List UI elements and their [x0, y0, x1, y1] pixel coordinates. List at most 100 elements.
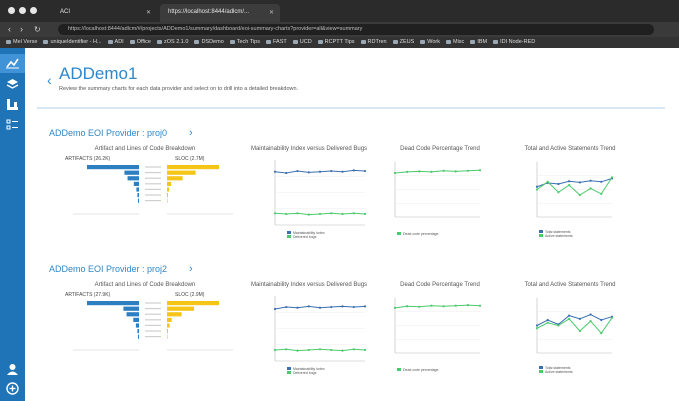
data-point[interactable] [610, 176, 614, 179]
sloc-bar[interactable] [167, 165, 219, 170]
bookmark-item[interactable]: FAST [266, 39, 287, 45]
bookmark-item[interactable]: IBM [470, 39, 487, 45]
bookmark-item[interactable]: Mel Verse [6, 39, 37, 45]
bookmark-item[interactable]: RDTren [361, 39, 387, 45]
sloc-bar[interactable] [167, 193, 169, 198]
bookmark-item[interactable]: Office [130, 39, 151, 45]
data-point[interactable] [352, 169, 355, 172]
artifact-bar[interactable] [133, 317, 139, 322]
artifact-bar[interactable] [135, 323, 139, 328]
user-icon[interactable] [6, 363, 19, 376]
bookmark-item[interactable]: uniqueIdentifier - H... [43, 39, 101, 45]
close-window-icon[interactable] [8, 7, 15, 14]
sloc-bar[interactable] [167, 323, 170, 328]
bookmark-item[interactable]: zOS 2.1.0 [157, 39, 188, 45]
bookmark-item[interactable]: UCD [293, 39, 312, 45]
data-point[interactable] [535, 327, 539, 330]
data-point[interactable] [307, 305, 310, 308]
data-point[interactable] [418, 170, 421, 173]
data-point[interactable] [363, 212, 367, 216]
sloc-bar[interactable] [167, 334, 168, 339]
data-point[interactable] [557, 191, 560, 194]
data-point[interactable] [535, 324, 539, 327]
data-point[interactable] [363, 305, 367, 308]
data-point[interactable] [273, 212, 277, 215]
close-tab-icon[interactable]: ✕ [269, 9, 274, 16]
data-point[interactable] [535, 188, 539, 191]
data-point[interactable] [307, 171, 310, 174]
sloc-bar[interactable] [167, 317, 172, 322]
data-point[interactable] [557, 182, 560, 186]
bookmark-item[interactable]: Work [420, 39, 440, 45]
artifact-bar[interactable] [87, 165, 139, 170]
data-point[interactable] [578, 329, 581, 333]
data-point[interactable] [285, 348, 288, 351]
data-point[interactable] [296, 169, 299, 173]
provider-link[interactable]: ADDemo EOI Provider : proj0 [49, 128, 167, 138]
layers-icon[interactable] [6, 78, 19, 91]
data-point[interactable] [318, 348, 322, 351]
data-point[interactable] [352, 212, 355, 215]
chevron-right-icon[interactable]: › [189, 263, 193, 275]
legend-entry[interactable]: Delivered bugs [287, 235, 325, 239]
data-point[interactable] [454, 170, 457, 173]
data-point[interactable] [557, 324, 560, 327]
data-point[interactable] [546, 321, 549, 324]
sloc-bar[interactable] [167, 187, 170, 192]
data-point[interactable] [318, 212, 322, 216]
legend-entry[interactable]: Dead code percentage [397, 232, 438, 236]
forward-nav-icon[interactable]: › [20, 24, 23, 35]
data-point[interactable] [285, 171, 288, 175]
data-point[interactable] [318, 306, 322, 309]
chevron-right-icon[interactable]: › [189, 127, 193, 139]
artifact-bar[interactable] [137, 193, 139, 198]
artifact-bar[interactable] [126, 312, 139, 317]
sloc-bar[interactable] [167, 329, 169, 334]
sloc-bar[interactable] [167, 198, 168, 203]
data-point[interactable] [318, 170, 322, 173]
sloc-bar[interactable] [167, 181, 172, 186]
sloc-bar[interactable] [167, 170, 196, 175]
data-point[interactable] [307, 348, 310, 352]
data-point[interactable] [341, 349, 344, 352]
data-point[interactable] [430, 170, 433, 173]
artifact-bar[interactable] [133, 181, 139, 186]
data-point[interactable] [589, 179, 592, 182]
data-point[interactable] [600, 180, 603, 183]
data-point[interactable] [418, 305, 421, 308]
data-point[interactable] [568, 317, 571, 320]
data-point[interactable] [330, 348, 333, 352]
data-point[interactable] [546, 318, 549, 322]
artifact-bar[interactable] [137, 329, 139, 334]
data-point[interactable] [341, 212, 344, 216]
browser-tab-aci[interactable]: ACI ✕ [52, 4, 157, 22]
artifact-bar[interactable] [137, 334, 139, 339]
data-point[interactable] [568, 180, 571, 183]
data-point[interactable] [454, 304, 457, 307]
legend-entry[interactable]: Active statements [539, 234, 573, 238]
artifact-bar[interactable] [137, 198, 139, 203]
data-point[interactable] [600, 318, 603, 322]
artifact-bar[interactable] [87, 301, 139, 306]
reload-icon[interactable]: ↻ [34, 24, 41, 35]
data-point[interactable] [285, 212, 288, 216]
tree-icon[interactable] [6, 98, 19, 111]
data-point[interactable] [393, 171, 397, 175]
data-point[interactable] [478, 304, 482, 307]
data-point[interactable] [330, 169, 333, 173]
data-point[interactable] [363, 348, 367, 352]
data-point[interactable] [442, 169, 445, 172]
back-chevron-icon[interactable]: ‹ [47, 72, 52, 88]
back-nav-icon[interactable]: ‹ [8, 24, 11, 35]
data-point[interactable] [578, 317, 581, 320]
data-point[interactable] [535, 185, 539, 188]
data-point[interactable] [546, 180, 549, 183]
list-icon[interactable] [6, 118, 19, 131]
data-point[interactable] [273, 170, 277, 173]
minimize-window-icon[interactable] [19, 7, 26, 14]
data-point[interactable] [393, 306, 397, 309]
data-point[interactable] [352, 348, 355, 351]
data-point[interactable] [330, 212, 333, 215]
data-point[interactable] [568, 314, 571, 317]
data-point[interactable] [406, 170, 409, 173]
